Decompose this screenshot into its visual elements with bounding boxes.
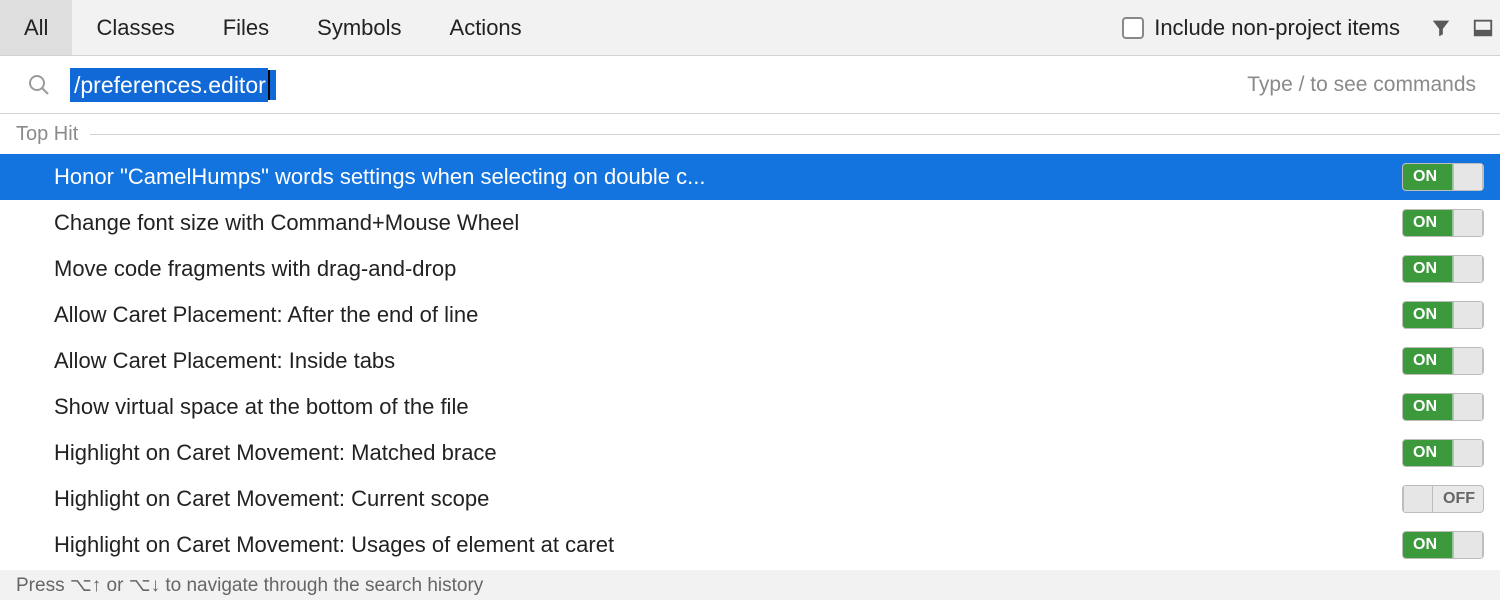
setting-toggle[interactable]: ON	[1402, 163, 1484, 191]
result-label: Show virtual space at the bottom of the …	[54, 394, 1402, 420]
toggle-knob	[1453, 164, 1483, 190]
toggle-state-label: ON	[1413, 444, 1437, 462]
result-label: Change font size with Command+Mouse Whee…	[54, 210, 1402, 236]
setting-toggle[interactable]: ON	[1402, 301, 1484, 329]
search-input[interactable]: /preferences.editor	[70, 68, 276, 102]
tab-all[interactable]: All	[0, 0, 72, 55]
toggle-knob	[1453, 348, 1483, 374]
result-label: Allow Caret Placement: After the end of …	[54, 302, 1402, 328]
text-caret	[268, 70, 276, 100]
setting-toggle[interactable]: OFF	[1402, 485, 1484, 513]
toggle-state-label: ON	[1413, 306, 1437, 324]
toggle-state-label: ON	[1413, 536, 1437, 554]
setting-toggle[interactable]: ON	[1402, 439, 1484, 467]
toggle-knob	[1453, 302, 1483, 328]
toggle-state-label: ON	[1413, 398, 1437, 416]
setting-toggle[interactable]: ON	[1402, 531, 1484, 559]
result-row[interactable]: Allow Caret Placement: Inside tabs ON	[0, 338, 1500, 384]
result-label: Highlight on Caret Movement: Current sco…	[54, 486, 1402, 512]
tab-bar: AllClassesFilesSymbolsActions Include no…	[0, 0, 1500, 56]
preview-toggle-icon[interactable]	[1466, 11, 1500, 45]
toggle-knob	[1453, 256, 1483, 282]
search-icon	[24, 70, 54, 100]
filter-icon[interactable]	[1424, 11, 1458, 45]
search-row: /preferences.editor Type / to see comman…	[0, 56, 1500, 114]
toggle-state-label: ON	[1413, 352, 1437, 370]
status-bar: Press ⌥↑ or ⌥↓ to navigate through the s…	[0, 570, 1500, 600]
results-list: Honor "CamelHumps" words settings when s…	[0, 154, 1500, 568]
setting-toggle[interactable]: ON	[1402, 347, 1484, 375]
toggle-knob	[1453, 440, 1483, 466]
toggle-knob	[1403, 486, 1433, 512]
status-text: Press ⌥↑ or ⌥↓ to navigate through the s…	[16, 574, 483, 597]
section-header: Top Hit	[0, 114, 1500, 154]
toggle-state-label: ON	[1413, 260, 1437, 278]
tab-symbols[interactable]: Symbols	[293, 0, 425, 55]
tab-files[interactable]: Files	[199, 0, 293, 55]
tab-classes[interactable]: Classes	[72, 0, 198, 55]
result-label: Highlight on Caret Movement: Usages of e…	[54, 532, 1402, 558]
setting-toggle[interactable]: ON	[1402, 255, 1484, 283]
result-label: Highlight on Caret Movement: Matched bra…	[54, 440, 1402, 466]
result-row[interactable]: Highlight on Caret Movement: Current sco…	[0, 476, 1500, 522]
result-label: Allow Caret Placement: Inside tabs	[54, 348, 1402, 374]
result-row[interactable]: Highlight on Caret Movement: Usages of e…	[0, 522, 1500, 568]
include-checkbox[interactable]	[1122, 17, 1144, 39]
search-query-text: /preferences.editor	[70, 68, 268, 102]
result-label: Move code fragments with drag-and-drop	[54, 256, 1402, 282]
include-non-project-row[interactable]: Include non-project items	[1122, 15, 1416, 41]
result-row[interactable]: Show virtual space at the bottom of the …	[0, 384, 1500, 430]
toggle-state-label: ON	[1413, 168, 1437, 186]
setting-toggle[interactable]: ON	[1402, 393, 1484, 421]
setting-toggle[interactable]: ON	[1402, 209, 1484, 237]
tab-actions[interactable]: Actions	[426, 0, 546, 55]
toggle-state-label: ON	[1413, 214, 1437, 232]
toggle-knob	[1453, 394, 1483, 420]
toggle-knob	[1453, 532, 1483, 558]
include-label: Include non-project items	[1154, 15, 1400, 41]
result-label: Honor "CamelHumps" words settings when s…	[54, 164, 1402, 190]
toggle-state-label: OFF	[1443, 490, 1475, 508]
result-row[interactable]: Allow Caret Placement: After the end of …	[0, 292, 1500, 338]
result-row[interactable]: Highlight on Caret Movement: Matched bra…	[0, 430, 1500, 476]
toggle-knob	[1453, 210, 1483, 236]
result-row[interactable]: Change font size with Command+Mouse Whee…	[0, 200, 1500, 246]
section-label: Top Hit	[16, 123, 90, 146]
search-hint: Type / to see commands	[1247, 73, 1476, 97]
result-row[interactable]: Move code fragments with drag-and-drop ON	[0, 246, 1500, 292]
result-row[interactable]: Honor "CamelHumps" words settings when s…	[0, 154, 1500, 200]
section-divider	[90, 134, 1500, 135]
